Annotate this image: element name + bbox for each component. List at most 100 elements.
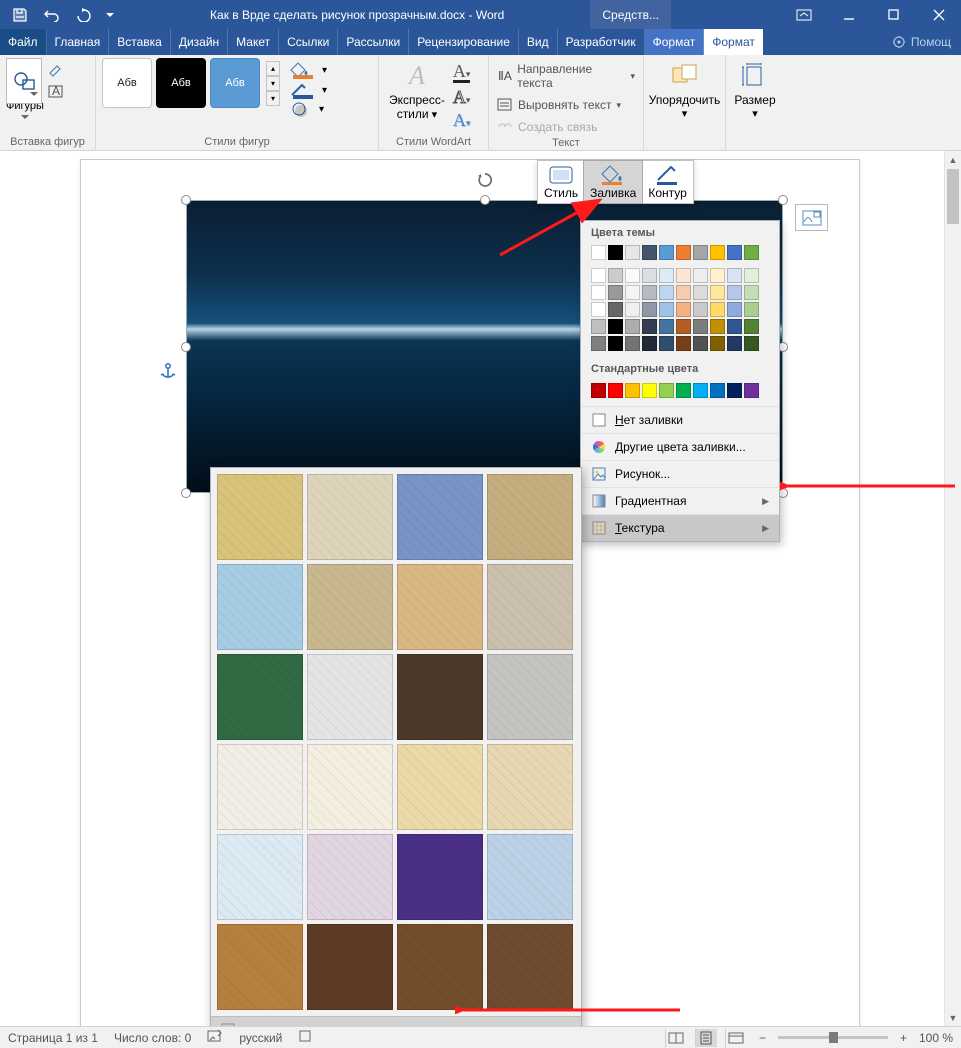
shape-style-gallery[interactable]: Абв Абв Абв ▴ ▾ ▾ bbox=[102, 58, 280, 108]
style-swatch[interactable]: Абв bbox=[102, 58, 152, 108]
gallery-more[interactable]: ▾ bbox=[266, 91, 280, 106]
color-swatch[interactable] bbox=[642, 336, 657, 351]
tell-me[interactable]: Помощ bbox=[882, 29, 961, 55]
color-swatch[interactable] bbox=[625, 336, 640, 351]
tab-layout[interactable]: Макет bbox=[228, 29, 279, 55]
color-swatch[interactable] bbox=[676, 383, 691, 398]
texture-swatch[interactable] bbox=[217, 474, 303, 560]
color-swatch[interactable] bbox=[659, 319, 674, 334]
color-swatch[interactable] bbox=[642, 383, 657, 398]
gallery-down[interactable]: ▾ bbox=[266, 76, 280, 91]
tab-review[interactable]: Рецензирование bbox=[409, 29, 519, 55]
color-swatch[interactable] bbox=[727, 383, 742, 398]
tab-insert[interactable]: Вставка bbox=[109, 29, 171, 55]
text-outline-button[interactable]: A▾ bbox=[453, 88, 471, 106]
texture-swatch[interactable] bbox=[307, 924, 393, 1010]
resize-handle[interactable] bbox=[480, 195, 490, 205]
color-swatch[interactable] bbox=[727, 285, 742, 300]
tab-format-picture[interactable]: Формат bbox=[645, 29, 705, 55]
color-swatch[interactable] bbox=[693, 336, 708, 351]
color-swatch[interactable] bbox=[693, 245, 708, 260]
color-swatch[interactable] bbox=[591, 245, 606, 260]
texture-swatch[interactable] bbox=[397, 834, 483, 920]
resize-handle[interactable] bbox=[181, 342, 191, 352]
color-swatch[interactable] bbox=[727, 268, 742, 283]
texture-swatch[interactable] bbox=[397, 564, 483, 650]
color-swatch[interactable] bbox=[710, 268, 725, 283]
color-swatch[interactable] bbox=[625, 245, 640, 260]
color-swatch[interactable] bbox=[693, 319, 708, 334]
close-button[interactable] bbox=[916, 0, 961, 29]
style-swatch[interactable]: Абв bbox=[210, 58, 260, 108]
color-swatch[interactable] bbox=[642, 302, 657, 317]
color-swatch[interactable] bbox=[608, 268, 623, 283]
texture-swatch[interactable] bbox=[397, 474, 483, 560]
rotate-handle[interactable] bbox=[477, 172, 493, 188]
shape-fill-button[interactable]: ▾ bbox=[290, 61, 327, 79]
tab-references[interactable]: Ссылки bbox=[279, 29, 338, 55]
text-direction-button[interactable]: ⅡA Направление текста ▾ bbox=[495, 61, 637, 91]
tab-file[interactable]: Файл bbox=[0, 29, 47, 55]
vertical-scrollbar[interactable]: ▲ ▼ bbox=[944, 151, 961, 1026]
maximize-button[interactable] bbox=[871, 0, 916, 29]
tab-mailings[interactable]: Рассылки bbox=[338, 29, 409, 55]
color-swatch[interactable] bbox=[710, 383, 725, 398]
color-swatch[interactable] bbox=[693, 268, 708, 283]
texture-swatch[interactable] bbox=[487, 564, 573, 650]
resize-handle[interactable] bbox=[778, 195, 788, 205]
color-swatch[interactable] bbox=[710, 319, 725, 334]
color-swatch[interactable] bbox=[608, 336, 623, 351]
text-fill-button[interactable]: A▾ bbox=[453, 62, 471, 83]
tab-developer[interactable]: Разработчик bbox=[558, 29, 645, 55]
resize-handle[interactable] bbox=[181, 488, 191, 498]
gradient-fill-option[interactable]: Градиентная ▶ bbox=[581, 487, 779, 514]
color-swatch[interactable] bbox=[744, 245, 759, 260]
web-layout-button[interactable] bbox=[725, 1029, 747, 1047]
color-swatch[interactable] bbox=[659, 302, 674, 317]
color-swatch[interactable] bbox=[676, 302, 691, 317]
color-swatch[interactable] bbox=[744, 319, 759, 334]
color-swatch[interactable] bbox=[591, 285, 606, 300]
account-area[interactable] bbox=[671, 0, 781, 29]
texture-swatch[interactable] bbox=[217, 834, 303, 920]
more-colors-option[interactable]: Другие цвета заливки... bbox=[581, 433, 779, 460]
color-swatch[interactable] bbox=[625, 302, 640, 317]
resize-handle[interactable] bbox=[181, 195, 191, 205]
color-swatch[interactable] bbox=[744, 383, 759, 398]
zoom-in-button[interactable]: + bbox=[896, 1031, 911, 1045]
color-swatch[interactable] bbox=[710, 302, 725, 317]
picture-fill-option[interactable]: Рисунок... bbox=[581, 460, 779, 487]
color-swatch[interactable] bbox=[642, 319, 657, 334]
scroll-thumb[interactable] bbox=[947, 169, 959, 224]
tab-format-shape[interactable]: Формат bbox=[704, 29, 763, 55]
color-swatch[interactable] bbox=[693, 383, 708, 398]
color-swatch[interactable] bbox=[710, 336, 725, 351]
color-swatch[interactable] bbox=[727, 245, 742, 260]
color-swatch[interactable] bbox=[676, 336, 691, 351]
language-button[interactable]: русский bbox=[239, 1031, 282, 1045]
mini-style-button[interactable]: Стиль bbox=[538, 161, 584, 203]
shape-effects-button[interactable]: ▾ bbox=[290, 101, 327, 117]
minimize-button[interactable] bbox=[826, 0, 871, 29]
color-swatch[interactable] bbox=[625, 383, 640, 398]
tab-home[interactable]: Главная bbox=[47, 29, 110, 55]
texture-swatch[interactable] bbox=[397, 924, 483, 1010]
texture-swatch[interactable] bbox=[307, 654, 393, 740]
size-button[interactable]: Размер▾ bbox=[732, 58, 778, 122]
color-swatch[interactable] bbox=[608, 285, 623, 300]
color-swatch[interactable] bbox=[591, 383, 606, 398]
texture-swatch[interactable] bbox=[217, 924, 303, 1010]
color-swatch[interactable] bbox=[744, 285, 759, 300]
style-swatch[interactable]: Абв bbox=[156, 58, 206, 108]
color-swatch[interactable] bbox=[591, 302, 606, 317]
align-text-button[interactable]: Выровнять текст ▾ bbox=[495, 97, 637, 113]
texture-swatch[interactable] bbox=[487, 654, 573, 740]
quick-styles-button[interactable]: A Экспресс-стили ▾ bbox=[385, 58, 449, 124]
color-swatch[interactable] bbox=[676, 319, 691, 334]
arrange-button[interactable]: Упорядочить▾ bbox=[650, 58, 719, 122]
color-swatch[interactable] bbox=[608, 245, 623, 260]
page-count[interactable]: Страница 1 из 1 bbox=[8, 1031, 98, 1045]
texture-swatch[interactable] bbox=[307, 744, 393, 830]
macro-record-button[interactable] bbox=[298, 1029, 312, 1046]
ribbon-options-button[interactable] bbox=[781, 0, 826, 29]
